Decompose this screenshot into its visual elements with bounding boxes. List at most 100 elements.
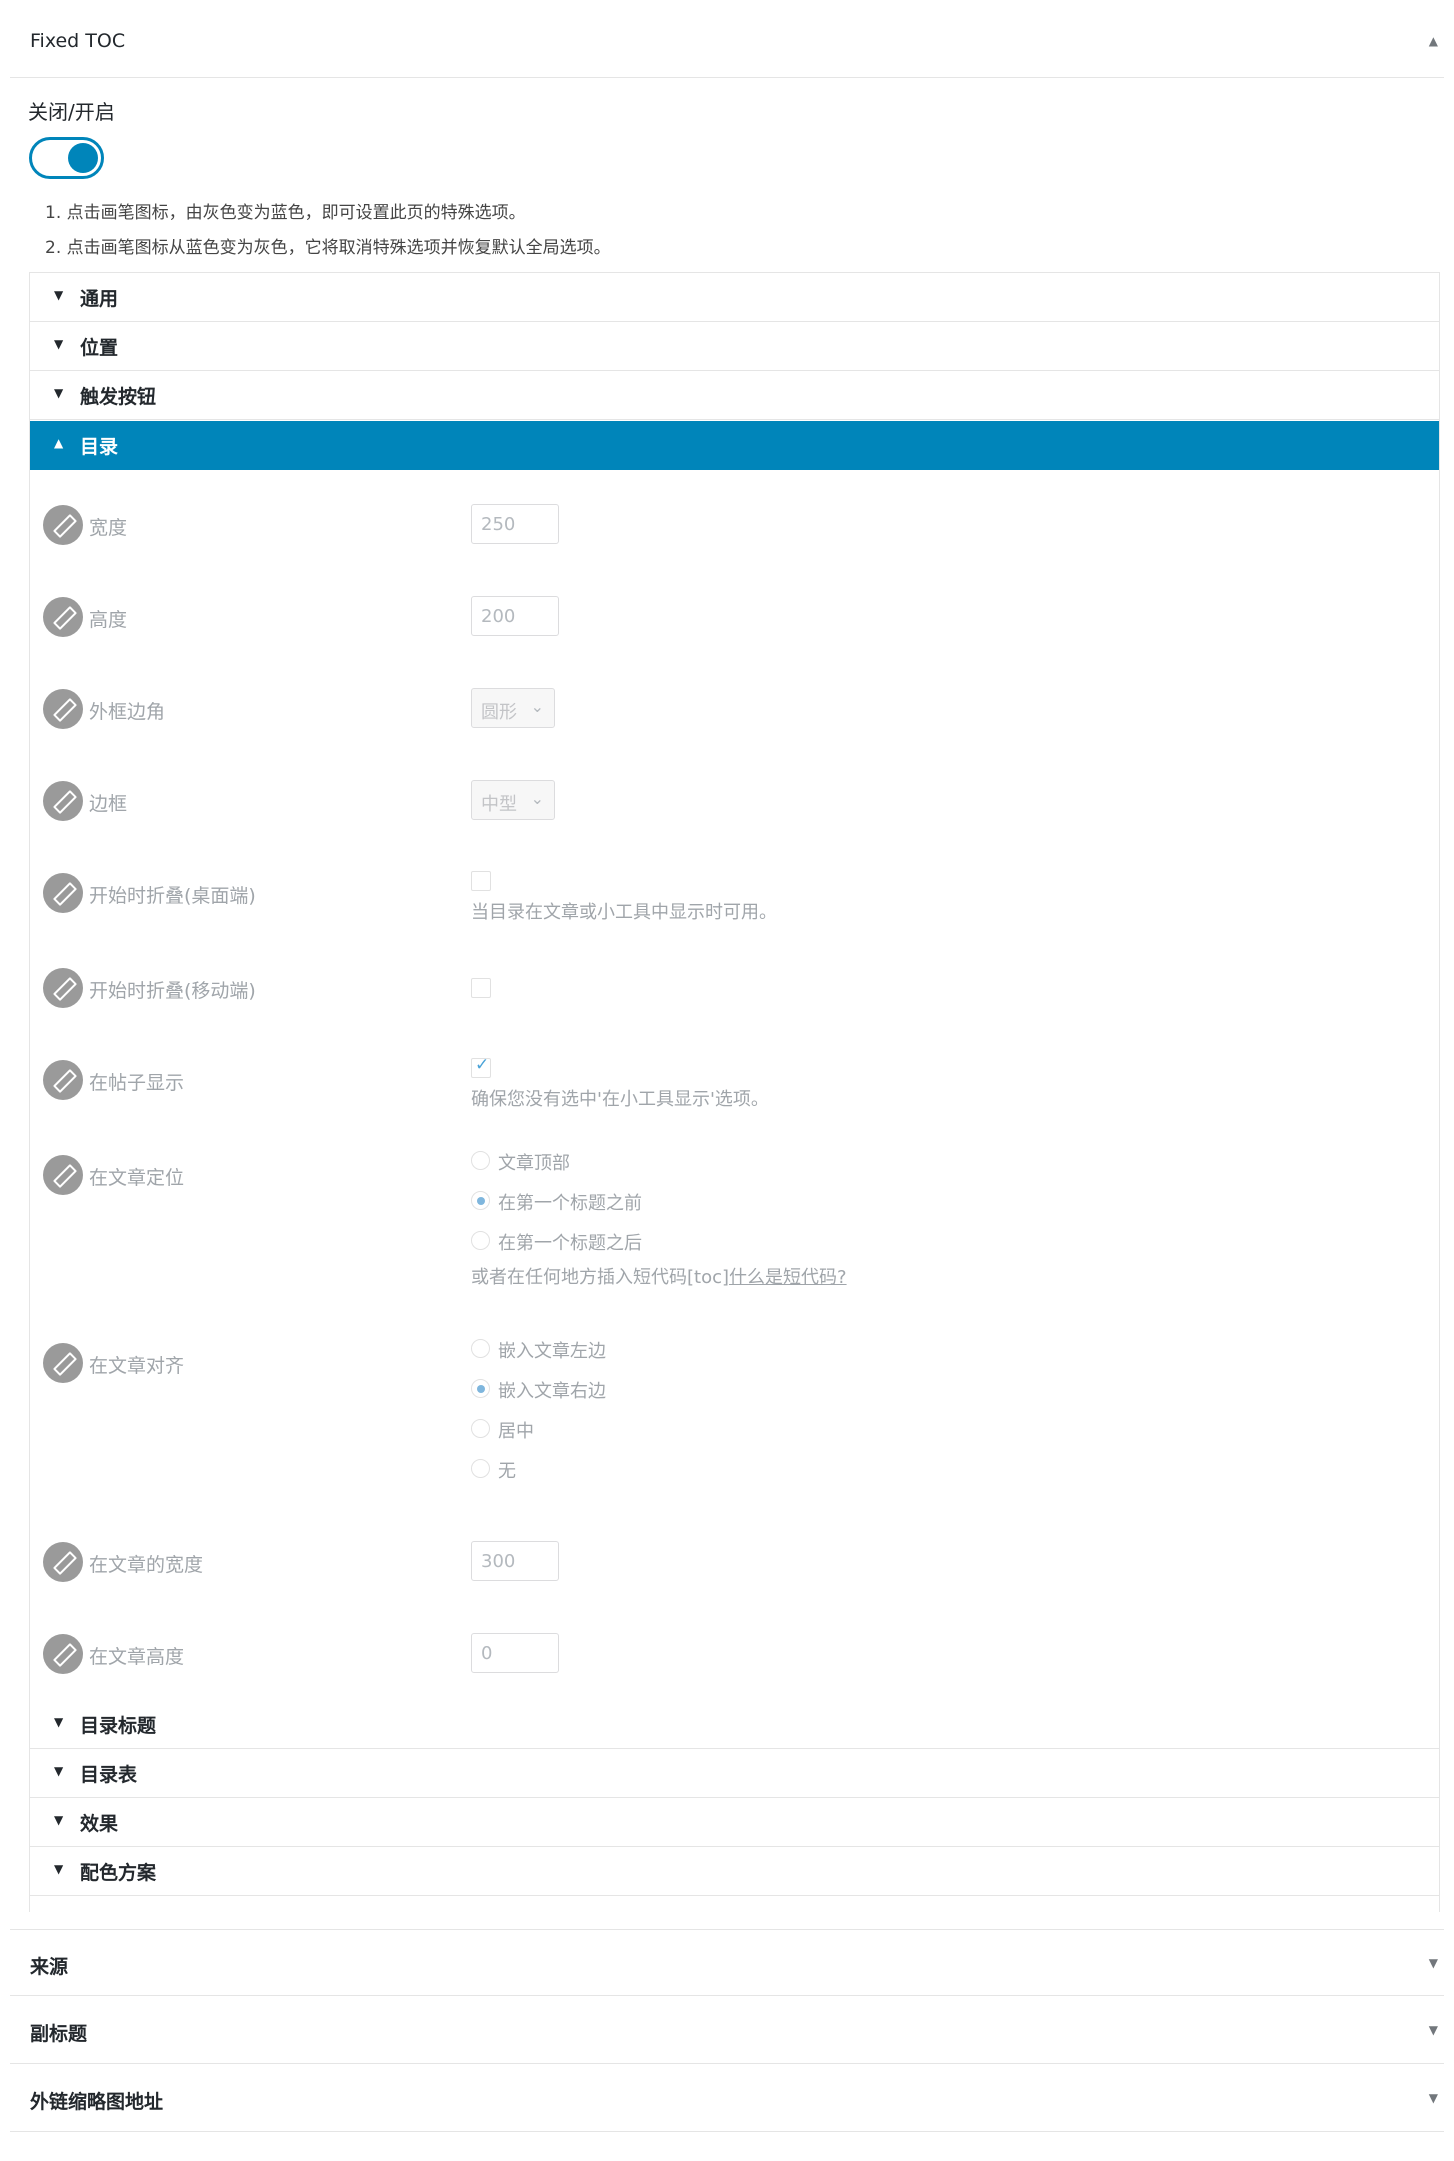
option-show-in-post: 在帖子显示 确保您没有选中'在小工具显示'选项。 xyxy=(29,1055,1440,1140)
select-value: 圆形 xyxy=(481,702,517,723)
option-label: 在文章定位 xyxy=(89,1167,185,1189)
option-label: 在帖子显示 xyxy=(89,1072,185,1094)
radio-label: 嵌入文章左边 xyxy=(498,1341,606,1362)
section-label: 触发按钮 xyxy=(80,386,157,408)
option-label: 在文章对齐 xyxy=(89,1355,185,1377)
option-border: 边框 中型 ⌄ xyxy=(29,780,1440,851)
option-label: 开始时折叠(移动端) xyxy=(89,980,256,1002)
pencil-icon[interactable] xyxy=(43,505,83,545)
option-post-height: 在文章高度 0 xyxy=(29,1633,1440,1704)
triangle-down-icon: ▼ xyxy=(54,1764,64,1778)
option-help: 当目录在文章或小工具中显示时可用。 xyxy=(471,902,777,923)
instruction-note-1: 1. 点击画笔图标，由灰色变为蓝色，即可设置此页的特殊选项。 xyxy=(45,203,526,223)
radio-label: 居中 xyxy=(498,1421,534,1442)
radio-label: 无 xyxy=(498,1461,516,1482)
pencil-icon[interactable] xyxy=(43,968,83,1008)
option-width: 宽度 250 xyxy=(29,504,1440,575)
option-help: 或者在任何地方插入短代码[toc]什么是短代码? xyxy=(471,1263,847,1289)
border-select[interactable]: 中型 ⌄ xyxy=(471,780,555,820)
shortcode-help-link[interactable]: 什么是短代码? xyxy=(729,1267,847,1288)
option-collapse-mobile: 开始时折叠(移动端) xyxy=(29,968,1440,1028)
metabox-title: 来源 xyxy=(30,1956,69,1978)
show-in-post-checkbox[interactable] xyxy=(471,1055,491,1078)
section-contents[interactable]: ▲ 目录 xyxy=(30,421,1439,470)
shortcode-help-text: 或者在任何地方插入短代码[toc] xyxy=(471,1267,730,1288)
option-label: 在文章高度 xyxy=(89,1646,185,1668)
enable-toggle-switch[interactable] xyxy=(29,137,104,179)
post-height-input[interactable]: 0 xyxy=(471,1633,559,1673)
height-input[interactable]: 200 xyxy=(471,596,559,636)
triangle-down-icon[interactable]: ▼ xyxy=(1429,2023,1438,2037)
section-position[interactable]: ▼ 位置 xyxy=(30,322,1439,371)
pencil-icon[interactable] xyxy=(43,781,83,821)
option-label: 边框 xyxy=(89,793,128,815)
section-effects[interactable]: ▼ 效果 xyxy=(30,1798,1439,1847)
pencil-icon[interactable] xyxy=(43,597,83,637)
option-post-position: 在文章定位 文章顶部 在第一个标题之前 在第一个标题之后 或者在任何地方插入短代… xyxy=(29,1151,1440,1295)
collapse-mobile-checkbox[interactable] xyxy=(471,978,491,998)
instruction-note-2: 2. 点击画笔图标从蓝色变为灰色，它将取消特殊选项并恢复默认全局选项。 xyxy=(45,238,611,258)
pencil-icon[interactable] xyxy=(43,689,83,729)
metabox-title: 外链缩略图地址 xyxy=(30,2091,164,2113)
triangle-down-icon[interactable]: ▼ xyxy=(1429,2091,1438,2105)
triangle-down-icon: ▼ xyxy=(54,288,64,302)
radio-label: 嵌入文章右边 xyxy=(498,1381,606,1402)
metabox-title: 副标题 xyxy=(30,2023,88,2045)
radio-button[interactable] xyxy=(471,1419,490,1438)
option-help: 确保您没有选中'在小工具显示'选项。 xyxy=(471,1089,769,1110)
select-value: 中型 xyxy=(481,794,517,815)
triangle-down-icon: ▼ xyxy=(54,337,64,351)
radio-button[interactable] xyxy=(471,1151,490,1170)
pencil-icon[interactable] xyxy=(43,873,83,913)
metabox-thumb-url[interactable]: 外链缩略图地址 ▼ xyxy=(10,2065,1444,2132)
radio-label: 文章顶部 xyxy=(498,1153,570,1174)
radio-button[interactable] xyxy=(471,1191,490,1210)
option-border-radius: 外框边角 圆形 ⌄ xyxy=(29,688,1440,759)
option-label: 开始时折叠(桌面端) xyxy=(89,885,256,907)
section-contents-list[interactable]: ▼ 目录表 xyxy=(30,1749,1439,1798)
radio-button[interactable] xyxy=(471,1231,490,1250)
section-general[interactable]: ▼ 通用 xyxy=(30,273,1439,322)
option-collapse-desktop: 开始时折叠(桌面端) 当目录在文章或小工具中显示时可用。 xyxy=(29,871,1440,953)
section-label: 目录标题 xyxy=(80,1715,157,1737)
pencil-icon[interactable] xyxy=(43,1542,83,1582)
section-color-scheme[interactable]: ▼ 配色方案 xyxy=(30,1847,1439,1896)
chevron-down-icon: ⌄ xyxy=(530,697,544,716)
section-label: 效果 xyxy=(80,1813,119,1835)
radio-label: 在第一个标题之前 xyxy=(498,1193,642,1214)
pencil-icon[interactable] xyxy=(43,1060,83,1100)
option-label: 在文章的宽度 xyxy=(89,1554,204,1576)
section-trigger-button[interactable]: ▼ 触发按钮 xyxy=(30,371,1439,420)
option-post-align: 在文章对齐 嵌入文章左边 嵌入文章右边 居中 无 xyxy=(29,1339,1440,1493)
option-height: 高度 200 xyxy=(29,596,1440,667)
chevron-down-icon: ⌄ xyxy=(530,789,544,808)
metabox-subtitle[interactable]: 副标题 ▼ xyxy=(10,1997,1444,2064)
pencil-icon[interactable] xyxy=(43,1343,83,1383)
radio-button[interactable] xyxy=(471,1379,490,1398)
triangle-down-icon[interactable]: ▼ xyxy=(1429,1956,1438,1970)
triangle-down-icon: ▼ xyxy=(54,386,64,400)
section-contents-title[interactable]: ▼ 目录标题 xyxy=(30,1700,1439,1749)
pencil-icon[interactable] xyxy=(43,1634,83,1674)
collapse-desktop-checkbox[interactable] xyxy=(471,871,491,891)
triangle-up-icon: ▲ xyxy=(54,436,64,450)
section-label: 配色方案 xyxy=(80,1862,157,1884)
metabox-source[interactable]: 来源 ▼ xyxy=(10,1929,1444,1996)
metabox-title: Fixed TOC xyxy=(30,30,126,52)
option-label: 高度 xyxy=(89,609,128,631)
post-width-input[interactable]: 300 xyxy=(471,1541,559,1581)
option-post-width: 在文章的宽度 300 xyxy=(29,1541,1440,1612)
border-radius-select[interactable]: 圆形 ⌄ xyxy=(471,688,555,728)
pencil-icon[interactable] xyxy=(43,1155,83,1195)
section-label: 通用 xyxy=(80,288,119,310)
toggle-label: 关闭/开启 xyxy=(28,100,115,124)
width-input[interactable]: 250 xyxy=(471,504,559,544)
metabox-header[interactable]: Fixed TOC ▲ xyxy=(10,0,1444,78)
section-label: 位置 xyxy=(80,337,119,359)
radio-button[interactable] xyxy=(471,1459,490,1478)
section-label: 目录表 xyxy=(80,1764,138,1786)
triangle-down-icon: ▼ xyxy=(54,1862,64,1876)
radio-button[interactable] xyxy=(471,1339,490,1358)
triangle-up-icon[interactable]: ▲ xyxy=(1429,34,1438,48)
toggle-knob xyxy=(68,143,98,173)
